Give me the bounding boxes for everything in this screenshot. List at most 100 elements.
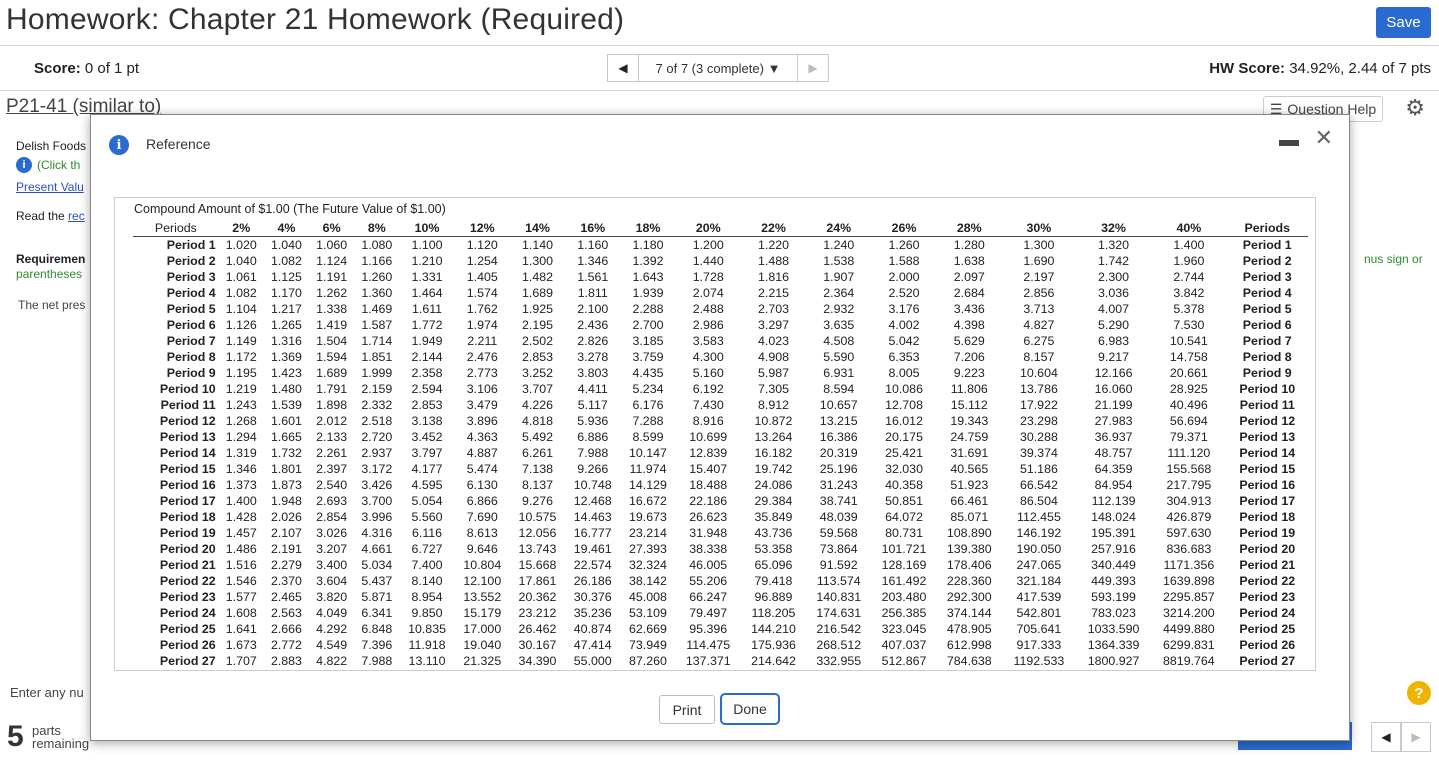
table-cell: 66.542	[1019, 478, 1058, 492]
table-cell: 11.918	[408, 638, 446, 652]
table-cell: 26.186	[573, 574, 612, 588]
table-cell: 2.300	[1098, 270, 1130, 284]
table-cell: 8.137	[522, 478, 554, 492]
period-label: Period 18	[159, 510, 216, 524]
table-cell: 1.816	[757, 270, 789, 284]
table-cell: 6.886	[577, 430, 609, 444]
table-cell: 7.430	[692, 398, 724, 412]
modal-title: Reference	[146, 136, 211, 152]
gear-icon[interactable]: ⚙	[1405, 95, 1425, 121]
close-icon[interactable]: ✕	[1315, 125, 1333, 151]
table-cell: 47.414	[573, 638, 612, 652]
table-cell: 1.220	[757, 238, 789, 252]
table-cell: 25.421	[885, 446, 923, 460]
table-cell: 4.226	[522, 398, 554, 412]
table-cell: 1.486	[225, 542, 257, 556]
bottom-prev-button[interactable]: ◀	[1371, 722, 1401, 752]
requirement-text: Requiremen	[16, 252, 86, 266]
column-header: 2%	[218, 220, 264, 237]
table-cell: 1033.590	[1087, 622, 1140, 636]
column-header: 20%	[675, 220, 741, 237]
table-cell: 9.646	[466, 542, 498, 556]
table-cell: 2.853	[522, 350, 554, 364]
table-cell: 1.316	[270, 334, 302, 348]
minimize-icon[interactable]: ▬	[1279, 129, 1299, 152]
table-row: Period 23 1.577 2.465 3.820 5.871 8.954 13.552…	[133, 589, 1308, 605]
table-cell: 3.400	[316, 558, 348, 572]
print-button[interactable]: Print	[659, 695, 715, 724]
table-cell: 1.020	[225, 238, 257, 252]
enter-any-text: Enter any nu	[10, 685, 84, 700]
table-cell: 2.986	[692, 318, 724, 332]
table-cell: 15.179	[463, 606, 502, 620]
table-cell: 1.577	[225, 590, 257, 604]
period-label-right: Period 27	[1239, 654, 1296, 668]
table-cell: 3.185	[632, 334, 664, 348]
table-cell: 1.172	[225, 350, 257, 364]
table-cell: 11.974	[629, 462, 667, 476]
table-cell: 18.488	[689, 478, 728, 492]
table-cell: 1.457	[225, 526, 257, 540]
click-hint-text: (Click th	[37, 158, 81, 172]
table-cell: 1.124	[316, 254, 348, 268]
table-cell: 4.818	[522, 414, 554, 428]
column-header: 4%	[263, 220, 310, 237]
table-cell: 1.195	[225, 366, 257, 380]
table-cell: 1.948	[270, 494, 302, 508]
present-value-link[interactable]: Present Valu	[16, 180, 84, 194]
delish-text: Delish Foods	[16, 139, 87, 153]
table-cell: 10.147	[629, 446, 667, 460]
period-label-right: Period 3	[1242, 270, 1292, 284]
period-label-right: Period 8	[1242, 350, 1292, 364]
table-row: Period 8 1.172 1.369 1.594 1.851 2.144 2.476 2.…	[133, 349, 1308, 365]
period-label-right: Period 7	[1242, 334, 1292, 348]
next-question-button[interactable]: ▶	[797, 54, 829, 82]
table-cell: 4.049	[316, 606, 348, 620]
period-label: Period 7	[166, 334, 216, 348]
table-cell: 6.866	[466, 494, 498, 508]
table-cell: 3.797	[411, 446, 443, 460]
table-cell: 5.987	[757, 366, 789, 380]
table-cell: 5.560	[411, 510, 443, 524]
table-row: Period 3 1.061 1.125 1.191 1.260 1.331 1.405 1.…	[133, 269, 1308, 285]
done-button[interactable]: Done	[720, 693, 780, 725]
period-label: Period 14	[159, 446, 216, 460]
table-cell: 24.086	[754, 478, 793, 492]
table-row: Period 5 1.104 1.217 1.338 1.469 1.611 1.762 1.…	[133, 301, 1308, 317]
table-cell: 3.207	[316, 542, 348, 556]
help-icon[interactable]: ?	[1407, 681, 1431, 705]
table-cell: 8.005	[888, 366, 920, 380]
table-cell: 86.504	[1019, 494, 1058, 508]
table-cell: 1.707	[225, 654, 257, 668]
triangle-left-icon: ◀	[1381, 730, 1391, 744]
table-cell: 5.437	[361, 574, 393, 588]
table-cell: 5.474	[466, 462, 498, 476]
save-button[interactable]: Save	[1376, 7, 1431, 38]
question-selector[interactable]: 7 of 7 (3 complete) ▼	[639, 54, 797, 82]
table-cell: 2.488	[692, 302, 724, 316]
table-cell: 1.080	[361, 238, 393, 252]
column-header: 18%	[620, 220, 676, 237]
table-cell: 1.601	[270, 414, 302, 428]
table-cell: 1.504	[316, 334, 348, 348]
requirements-link[interactable]: rec	[68, 209, 85, 223]
table-cell: 3.713	[1023, 302, 1055, 316]
table-cell: 2.703	[757, 302, 789, 316]
table-cell: 24.759	[950, 430, 989, 444]
question-navigator: ◀ 7 of 7 (3 complete) ▼ ▶	[607, 54, 829, 82]
table-cell: 2.684	[953, 286, 985, 300]
period-label: Period 5	[166, 302, 216, 316]
table-cell: 12.056	[518, 526, 557, 540]
table-cell: 1.428	[225, 510, 257, 524]
table-cell: 3.106	[466, 382, 498, 396]
previous-question-button[interactable]: ◀	[607, 54, 639, 82]
period-label: Period 20	[159, 542, 216, 556]
table-cell: 1.373	[225, 478, 257, 492]
table-cell: 16.777	[573, 526, 612, 540]
table-cell: 2.159	[361, 382, 393, 396]
table-cell: 53.358	[754, 542, 793, 556]
table-row: Period 10 1.219 1.480 1.791 2.159 2.594 3.106 3…	[133, 381, 1308, 397]
bottom-next-button[interactable]: ▶	[1401, 722, 1431, 752]
table-cell: 112.139	[1091, 494, 1136, 508]
table-cell: 1.400	[1173, 238, 1205, 252]
